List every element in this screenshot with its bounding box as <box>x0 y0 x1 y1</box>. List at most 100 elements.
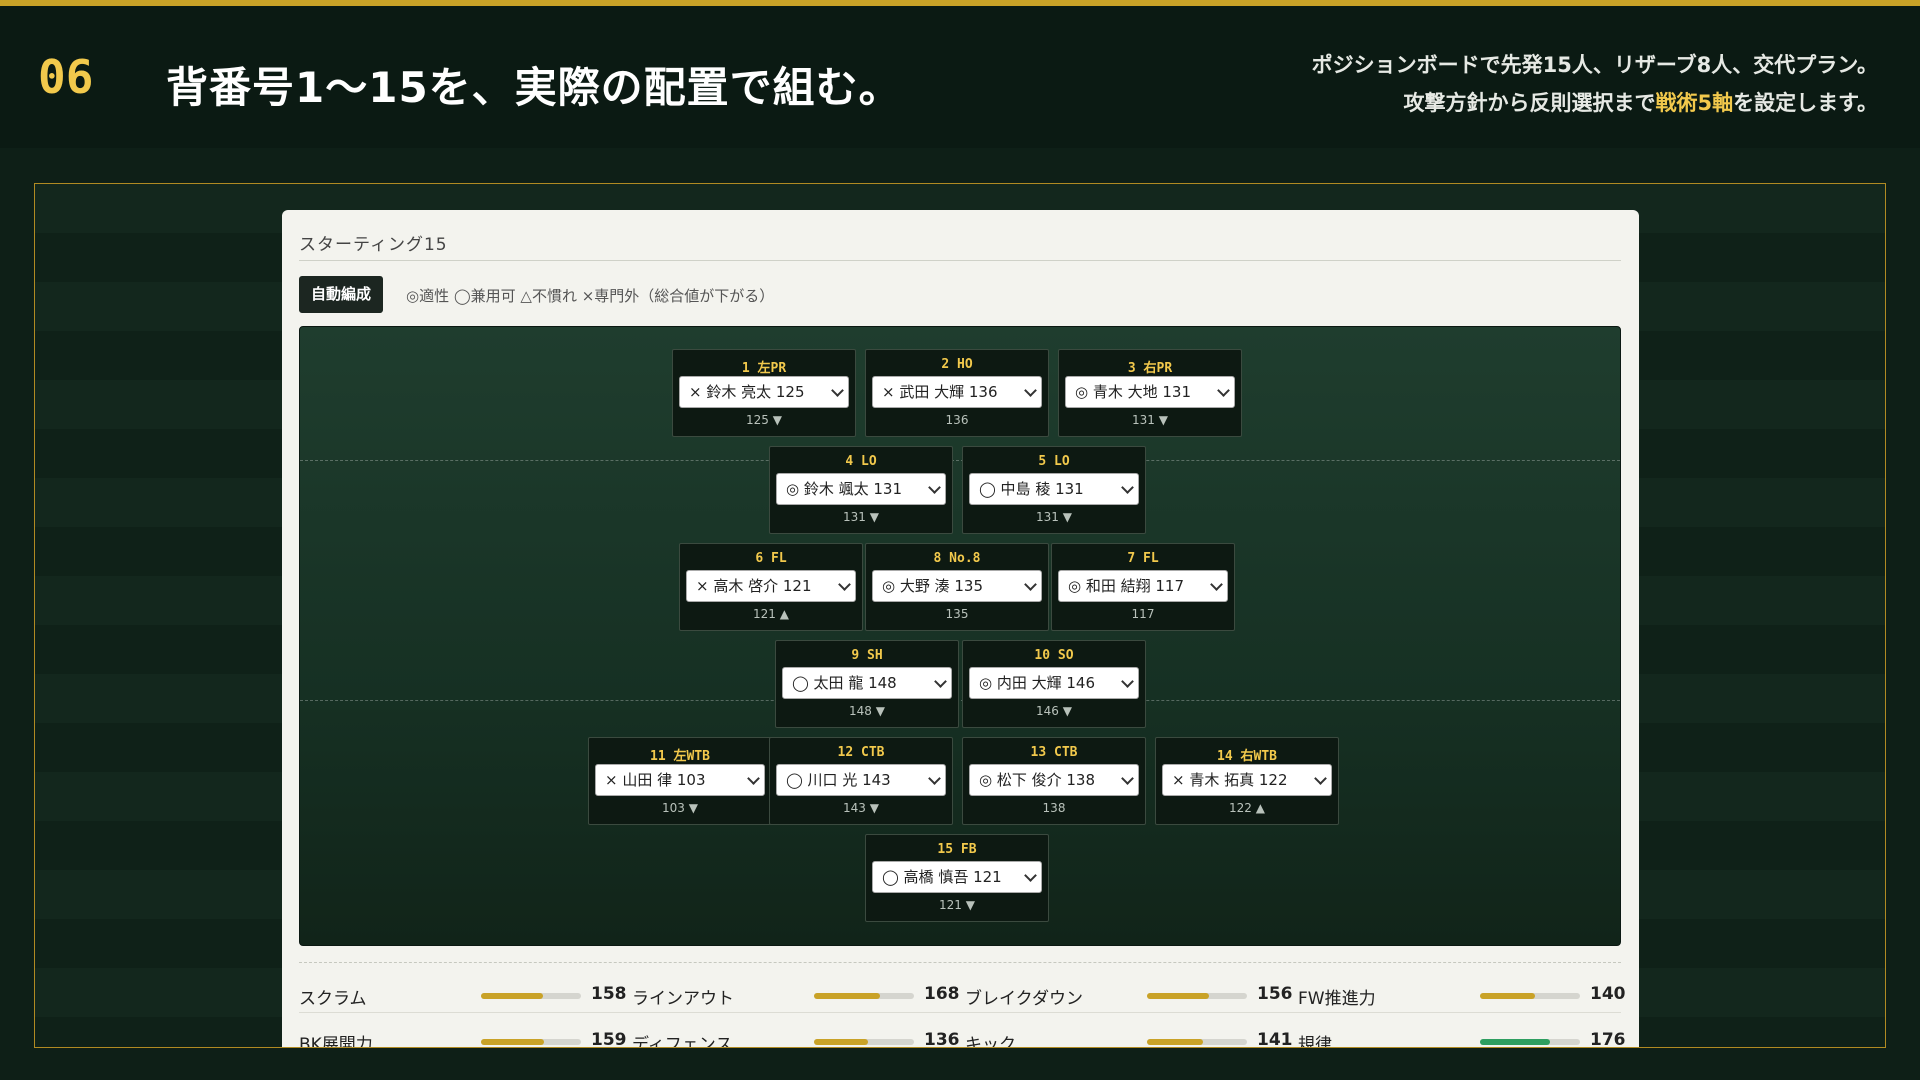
stat-bar-fill <box>481 1039 544 1045</box>
chevron-down-icon <box>1121 675 1134 688</box>
player-select[interactable]: ◯ 高橋 慎吾 121 <box>872 861 1042 893</box>
player-select-value: ◯ 中島 稜 131 <box>979 480 1084 498</box>
slot-rating: 103 ▼ <box>662 801 698 815</box>
stat-bar <box>1480 993 1580 999</box>
position-label: 1 左PR <box>741 361 787 376</box>
player-select[interactable]: × 山田 律 103 <box>595 764 765 796</box>
chevron-down-icon <box>1217 384 1230 397</box>
slot-rating: 131 ▼ <box>843 510 879 524</box>
position-label: 7 FL <box>1127 551 1159 566</box>
player-select[interactable]: × 高木 啓介 121 <box>686 570 856 602</box>
position-board: 1 左PR × 鈴木 亮太 125 125 ▼ 2 HO × 武田 大輝 136 136 3… <box>299 326 1621 946</box>
stat-name: ディフェンス <box>632 1035 733 1048</box>
player-select-value: ◎ 松下 俊介 138 <box>979 771 1096 789</box>
chevron-down-icon <box>928 481 941 494</box>
position-label: 14 右WTB <box>1217 749 1277 764</box>
chevron-down-icon <box>928 772 941 785</box>
player-select[interactable]: × 鈴木 亮太 125 <box>679 376 849 408</box>
position-slot: 1 左PR × 鈴木 亮太 125 125 ▼ <box>672 349 856 437</box>
stat-name: FW推進力 <box>1298 989 1376 1009</box>
position-label: 3 右PR <box>1127 361 1173 376</box>
stat-bar <box>481 1039 581 1045</box>
chevron-down-icon <box>1210 578 1223 591</box>
slot-rating: 138 <box>1042 801 1066 815</box>
stat-value: 168 <box>924 984 960 1004</box>
slot-rating: 125 ▼ <box>746 413 782 427</box>
player-select-value: ◯ 川口 光 143 <box>786 771 891 789</box>
stat-name: 規律 <box>1298 1035 1332 1048</box>
stat-name: ブレイクダウン <box>965 989 1083 1009</box>
section-number: 06 <box>38 50 94 104</box>
panel-title: スターティング15 <box>299 235 448 255</box>
screenshot-frame: スターティング15 自動編成 ◎適性 ◯兼用可 △不慣れ ×専門外（総合値が下が… <box>34 183 1886 1048</box>
slot-rating: 146 ▼ <box>1036 704 1072 718</box>
player-select[interactable]: ◎ 内田 大輝 146 <box>969 667 1139 699</box>
stat-item: FW推進力 140 <box>1298 980 1626 1010</box>
stat-bar-fill <box>1480 993 1535 999</box>
stat-name: BK展開力 <box>299 1035 373 1048</box>
player-select[interactable]: ◯ 太田 龍 148 <box>782 667 952 699</box>
player-select[interactable]: ◎ 大野 湊 135 <box>872 570 1042 602</box>
stat-item: 規律 176 <box>1298 1026 1626 1048</box>
player-select[interactable]: ◯ 川口 光 143 <box>776 764 946 796</box>
player-select-value: × 高木 啓介 121 <box>696 577 812 595</box>
position-slot: 13 CTB ◎ 松下 俊介 138 138 <box>962 737 1146 825</box>
player-select-value: × 青木 拓真 122 <box>1172 771 1288 789</box>
position-slot: 14 右WTB × 青木 拓真 122 122 ▲ <box>1155 737 1339 825</box>
chevron-down-icon <box>1024 384 1037 397</box>
position-slot: 8 No.8 ◎ 大野 湊 135 135 <box>865 543 1049 631</box>
slot-rating: 143 ▼ <box>843 801 879 815</box>
player-select-value: × 武田 大輝 136 <box>882 383 998 401</box>
chevron-down-icon <box>831 384 844 397</box>
divider <box>299 260 1621 261</box>
position-label: 4 LO <box>845 454 877 469</box>
subtitle-highlight: 戦術5軸 <box>1655 91 1734 115</box>
player-select-value: × 鈴木 亮太 125 <box>689 383 805 401</box>
stat-item: BK展開力 159 <box>299 1026 627 1048</box>
player-select[interactable]: × 青木 拓真 122 <box>1162 764 1332 796</box>
position-slot: 15 FB ◯ 高橋 慎吾 121 121 ▼ <box>865 834 1049 922</box>
position-label: 2 HO <box>941 357 973 372</box>
stat-name: ラインアウト <box>632 989 734 1009</box>
player-select[interactable]: ◎ 和田 結翔 117 <box>1058 570 1228 602</box>
stat-bar-fill <box>1480 1039 1550 1045</box>
stat-bar-fill <box>1147 1039 1203 1045</box>
stat-bar <box>814 1039 914 1045</box>
stat-value: 140 <box>1590 984 1626 1004</box>
aptitude-legend: ◎適性 ◯兼用可 △不慣れ ×専門外（総合値が下がる） <box>406 287 775 305</box>
stat-value: 136 <box>924 1030 960 1048</box>
chevron-down-icon <box>1024 869 1037 882</box>
chevron-down-icon <box>838 578 851 591</box>
slot-rating: 131 ▼ <box>1132 413 1168 427</box>
player-select[interactable]: × 武田 大輝 136 <box>872 376 1042 408</box>
stat-bar-fill <box>814 993 880 999</box>
position-slot: 10 SO ◎ 内田 大輝 146 146 ▼ <box>962 640 1146 728</box>
auto-formation-button[interactable]: 自動編成 <box>299 276 384 313</box>
position-label: 6 FL <box>755 551 787 566</box>
player-select[interactable]: ◎ 松下 俊介 138 <box>969 764 1139 796</box>
stat-value: 158 <box>591 984 627 1004</box>
player-select[interactable]: ◯ 中島 稜 131 <box>969 473 1139 505</box>
player-select-value: × 山田 律 103 <box>605 771 706 789</box>
stat-item: ブレイクダウン 156 <box>965 980 1293 1010</box>
player-select[interactable]: ◎ 青木 大地 131 <box>1065 376 1235 408</box>
slot-rating: 121 ▼ <box>939 898 975 912</box>
subtitle-line-1: ポジションボードで先発15人、リザーブ8人、交代プラン。 <box>1311 53 1878 77</box>
slot-rating: 136 <box>945 413 969 427</box>
position-label: 5 LO <box>1038 454 1070 469</box>
position-label: 12 CTB <box>837 745 885 760</box>
stat-value: 159 <box>591 1030 627 1048</box>
stat-bar <box>814 993 914 999</box>
stat-bar <box>1147 1039 1247 1045</box>
stat-bar <box>1480 1039 1580 1045</box>
position-label: 11 左WTB <box>650 749 710 764</box>
player-select[interactable]: ◎ 鈴木 颯太 131 <box>776 473 946 505</box>
stat-item: キック 141 <box>965 1026 1293 1047</box>
position-slot: 9 SH ◯ 太田 龍 148 148 ▼ <box>775 640 959 728</box>
chevron-down-icon <box>934 675 947 688</box>
subtitle-text-end: を設定します。 <box>1733 91 1878 115</box>
stat-bar-fill <box>1147 993 1209 999</box>
subtitle-line-2: 攻撃方針から反則選択まで戦術5軸を設定します。 <box>1258 84 1878 122</box>
slot-rating: 148 ▼ <box>849 704 885 718</box>
position-slot: 3 右PR ◎ 青木 大地 131 131 ▼ <box>1058 349 1242 437</box>
